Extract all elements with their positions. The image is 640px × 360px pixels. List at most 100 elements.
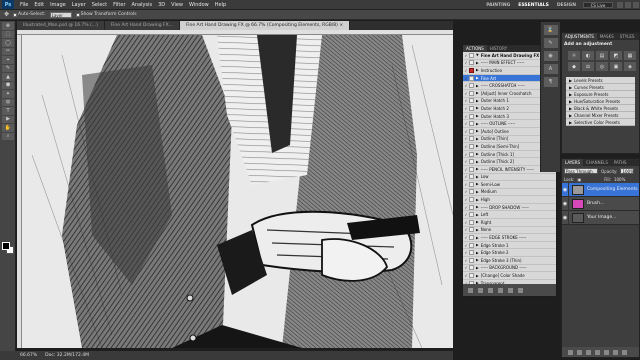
dialog-toggle-icon[interactable] xyxy=(469,159,474,165)
type-tool-icon[interactable]: T xyxy=(2,107,14,115)
action-item[interactable]: ✓ ▶ Right xyxy=(463,219,556,227)
hand-tool-icon[interactable]: ✋ xyxy=(2,124,14,132)
tab-actions[interactable]: ACTIONS xyxy=(463,45,487,52)
adjustment-icon[interactable]: ⚖ xyxy=(582,62,594,71)
new-set-icon[interactable] xyxy=(498,287,503,293)
expand-triangle-icon[interactable]: ▶ xyxy=(476,129,479,133)
adjustment-icon[interactable]: ▦ xyxy=(624,51,636,60)
history-panel-icon[interactable]: ⌛ xyxy=(543,25,558,35)
brush-tool-icon[interactable]: ✎ xyxy=(2,64,14,72)
menu-3d[interactable]: 3D xyxy=(155,2,168,8)
trash-icon[interactable] xyxy=(622,349,627,355)
expand-triangle-icon[interactable]: ▶ xyxy=(569,106,572,111)
dialog-toggle-icon[interactable] xyxy=(469,204,474,210)
expand-triangle-icon[interactable]: ▶ xyxy=(476,198,479,202)
expand-triangle-icon[interactable]: ▶ xyxy=(569,113,572,118)
expand-triangle-icon[interactable]: ▶ xyxy=(476,190,479,194)
dialog-toggle-icon[interactable] xyxy=(469,235,474,241)
tab-masks[interactable]: MASKS xyxy=(597,33,617,40)
expand-triangle-icon[interactable]: ▶ xyxy=(476,76,479,80)
document-tab[interactable]: Illustrated_Man.psd @ 16.7% (...) xyxy=(17,21,105,30)
visibility-eye-icon[interactable]: ◉ xyxy=(562,210,569,225)
dialog-toggle-icon[interactable] xyxy=(469,227,474,233)
preset-item[interactable]: ▶ Black & White Presets xyxy=(566,105,635,112)
expand-triangle-icon[interactable]: ▶ xyxy=(476,175,479,179)
dialog-toggle-icon[interactable] xyxy=(469,197,474,203)
document-tab[interactable]: Fine Art Hand Drawing FX... xyxy=(104,21,180,30)
action-item[interactable]: ✓ ▶ Medium xyxy=(463,189,556,197)
dialog-toggle-icon[interactable] xyxy=(469,280,474,284)
action-item[interactable]: ✓ ▶ None xyxy=(463,227,556,235)
zoom-tool-icon[interactable]: ⌕ xyxy=(2,132,14,140)
menu-image[interactable]: Image xyxy=(47,2,69,8)
checkbox-icon[interactable] xyxy=(13,12,18,17)
expand-triangle-icon[interactable]: ▶ xyxy=(476,281,479,284)
adjustment-icon[interactable]: ▤ xyxy=(596,51,608,60)
dialog-toggle-icon[interactable] xyxy=(469,98,474,104)
cs-live-button[interactable]: CS Live xyxy=(583,2,613,8)
action-item[interactable]: ✓ ▶ Semi-Low xyxy=(463,181,556,189)
dialog-toggle-icon[interactable] xyxy=(469,121,474,127)
action-item[interactable]: ✓ ▶ Left xyxy=(463,211,556,220)
dialog-toggle-icon[interactable] xyxy=(469,219,474,225)
expand-triangle-icon[interactable]: ▶ xyxy=(476,182,479,186)
dialog-toggle-icon[interactable] xyxy=(469,75,474,81)
paragraph-panel-icon[interactable]: ¶ xyxy=(543,77,558,87)
expand-triangle-icon[interactable]: ▶ xyxy=(476,106,479,110)
layer-row[interactable]: ◉ Compositing Elements xyxy=(562,182,639,197)
expand-triangle-icon[interactable]: ▶ xyxy=(476,61,479,65)
dialog-toggle-icon[interactable] xyxy=(469,105,474,111)
expand-triangle-icon[interactable]: ▶ xyxy=(476,68,479,72)
expand-triangle-icon[interactable]: ▶ xyxy=(476,266,479,270)
menu-window[interactable]: Window xyxy=(186,2,212,8)
expand-triangle-icon[interactable]: ▶ xyxy=(569,99,572,104)
workspace-essentials[interactable]: ESSENTIALS xyxy=(514,3,553,8)
dialog-toggle-icon[interactable] xyxy=(469,181,474,187)
expand-triangle-icon[interactable]: ▶ xyxy=(476,137,479,141)
move-tool-icon[interactable]: ✥ xyxy=(4,11,9,18)
action-item[interactable]: ✓ ▶ Edge Stroke 2 xyxy=(463,249,556,258)
visibility-eye-icon[interactable]: ◉ xyxy=(562,196,569,211)
eyedropper-tool-icon[interactable]: ⌖ xyxy=(2,56,14,64)
opacity-input[interactable]: 100% xyxy=(620,168,635,174)
expand-triangle-icon[interactable]: ▶ xyxy=(476,228,479,232)
dialog-toggle-icon[interactable] xyxy=(469,52,474,58)
dialog-toggle-icon[interactable] xyxy=(469,67,474,73)
tab-channels[interactable]: CHANNELS xyxy=(583,159,611,166)
adjustment-icon[interactable]: ◩ xyxy=(610,51,622,60)
fill-input[interactable]: 100% xyxy=(614,177,625,182)
crop-tool-icon[interactable]: ✂ xyxy=(2,47,14,55)
tab-layers[interactable]: LAYERS xyxy=(562,159,584,166)
menu-help[interactable]: Help xyxy=(212,2,229,8)
expand-triangle-icon[interactable]: ▶ xyxy=(476,258,479,262)
maximize-button[interactable] xyxy=(625,2,631,8)
menu-file[interactable]: File xyxy=(17,2,31,8)
dialog-toggle-icon[interactable] xyxy=(469,189,474,195)
menu-view[interactable]: View xyxy=(168,2,186,8)
dialog-toggle-icon[interactable] xyxy=(469,128,474,134)
play-icon[interactable] xyxy=(488,287,493,293)
expand-triangle-icon[interactable]: ▶ xyxy=(476,243,479,247)
menu-select[interactable]: Select xyxy=(89,2,110,8)
minimize-button[interactable] xyxy=(617,2,623,8)
lock-icon[interactable]: ▣ xyxy=(577,177,581,182)
expand-triangle-icon[interactable]: ▶ xyxy=(569,78,572,83)
record-icon[interactable] xyxy=(478,287,483,293)
move-tool-icon[interactable]: ✥ xyxy=(2,22,14,30)
expand-triangle-icon[interactable]: ▶ xyxy=(476,152,479,156)
adjustment-icon[interactable]: ☼ xyxy=(568,51,580,60)
expand-triangle-icon[interactable]: ▶ xyxy=(476,144,479,148)
expand-triangle-icon[interactable]: ▶ xyxy=(569,120,572,125)
expand-triangle-icon[interactable]: ▶ xyxy=(569,85,572,90)
auto-select-checkbox[interactable]: Auto-Select: xyxy=(13,12,46,17)
action-item[interactable]: ✓ ▶ ----- DROP SHADOW ----- xyxy=(463,204,556,212)
expand-triangle-icon[interactable]: ▶ xyxy=(476,167,479,171)
document-canvas[interactable] xyxy=(22,35,453,348)
expand-triangle-icon[interactable]: ▶ xyxy=(476,99,479,103)
foreground-color-swatch[interactable] xyxy=(2,242,10,250)
menu-filter[interactable]: Filter xyxy=(110,2,128,8)
expand-triangle-icon[interactable]: ▼ xyxy=(476,53,479,57)
adjustment-icon[interactable]: ▣ xyxy=(610,62,622,71)
expand-triangle-icon[interactable]: ▶ xyxy=(476,91,479,95)
show-transform-checkbox[interactable]: Show Transform Controls xyxy=(75,12,137,17)
